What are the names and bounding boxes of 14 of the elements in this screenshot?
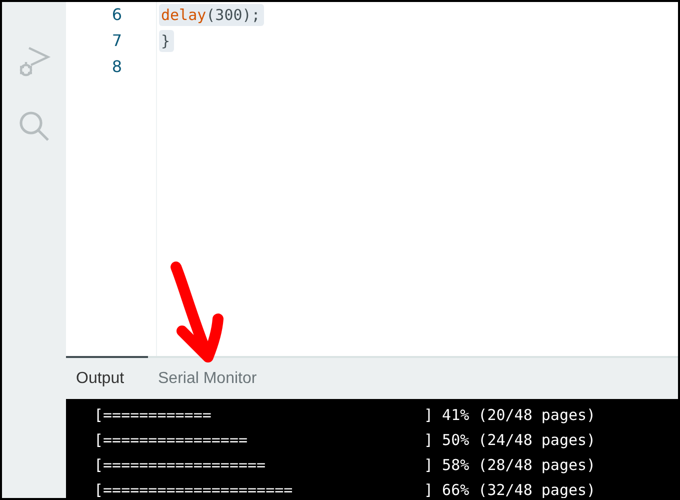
- panel-tab[interactable]: Serial Monitor: [148, 356, 267, 399]
- progress-bar-text: [=====================: [94, 480, 294, 498]
- line-number: 6: [112, 4, 122, 26]
- search-icon: [17, 109, 51, 143]
- progress-text: ] 50% (24/48 pages): [424, 430, 596, 451]
- progress-bar-text: [================: [94, 430, 249, 451]
- progress-bar-text: [============: [94, 405, 212, 426]
- bug-play-icon: [17, 45, 51, 79]
- line-number: 8: [112, 56, 122, 78]
- progress-bar-text: [==================: [94, 455, 267, 476]
- progress-text: ] 41% (20/48 pages): [424, 405, 596, 426]
- line-number: 7: [112, 30, 122, 52]
- progress-text: ] 66% (32/48 pages): [424, 480, 596, 498]
- progress-text: ] 58% (28/48 pages): [424, 455, 596, 476]
